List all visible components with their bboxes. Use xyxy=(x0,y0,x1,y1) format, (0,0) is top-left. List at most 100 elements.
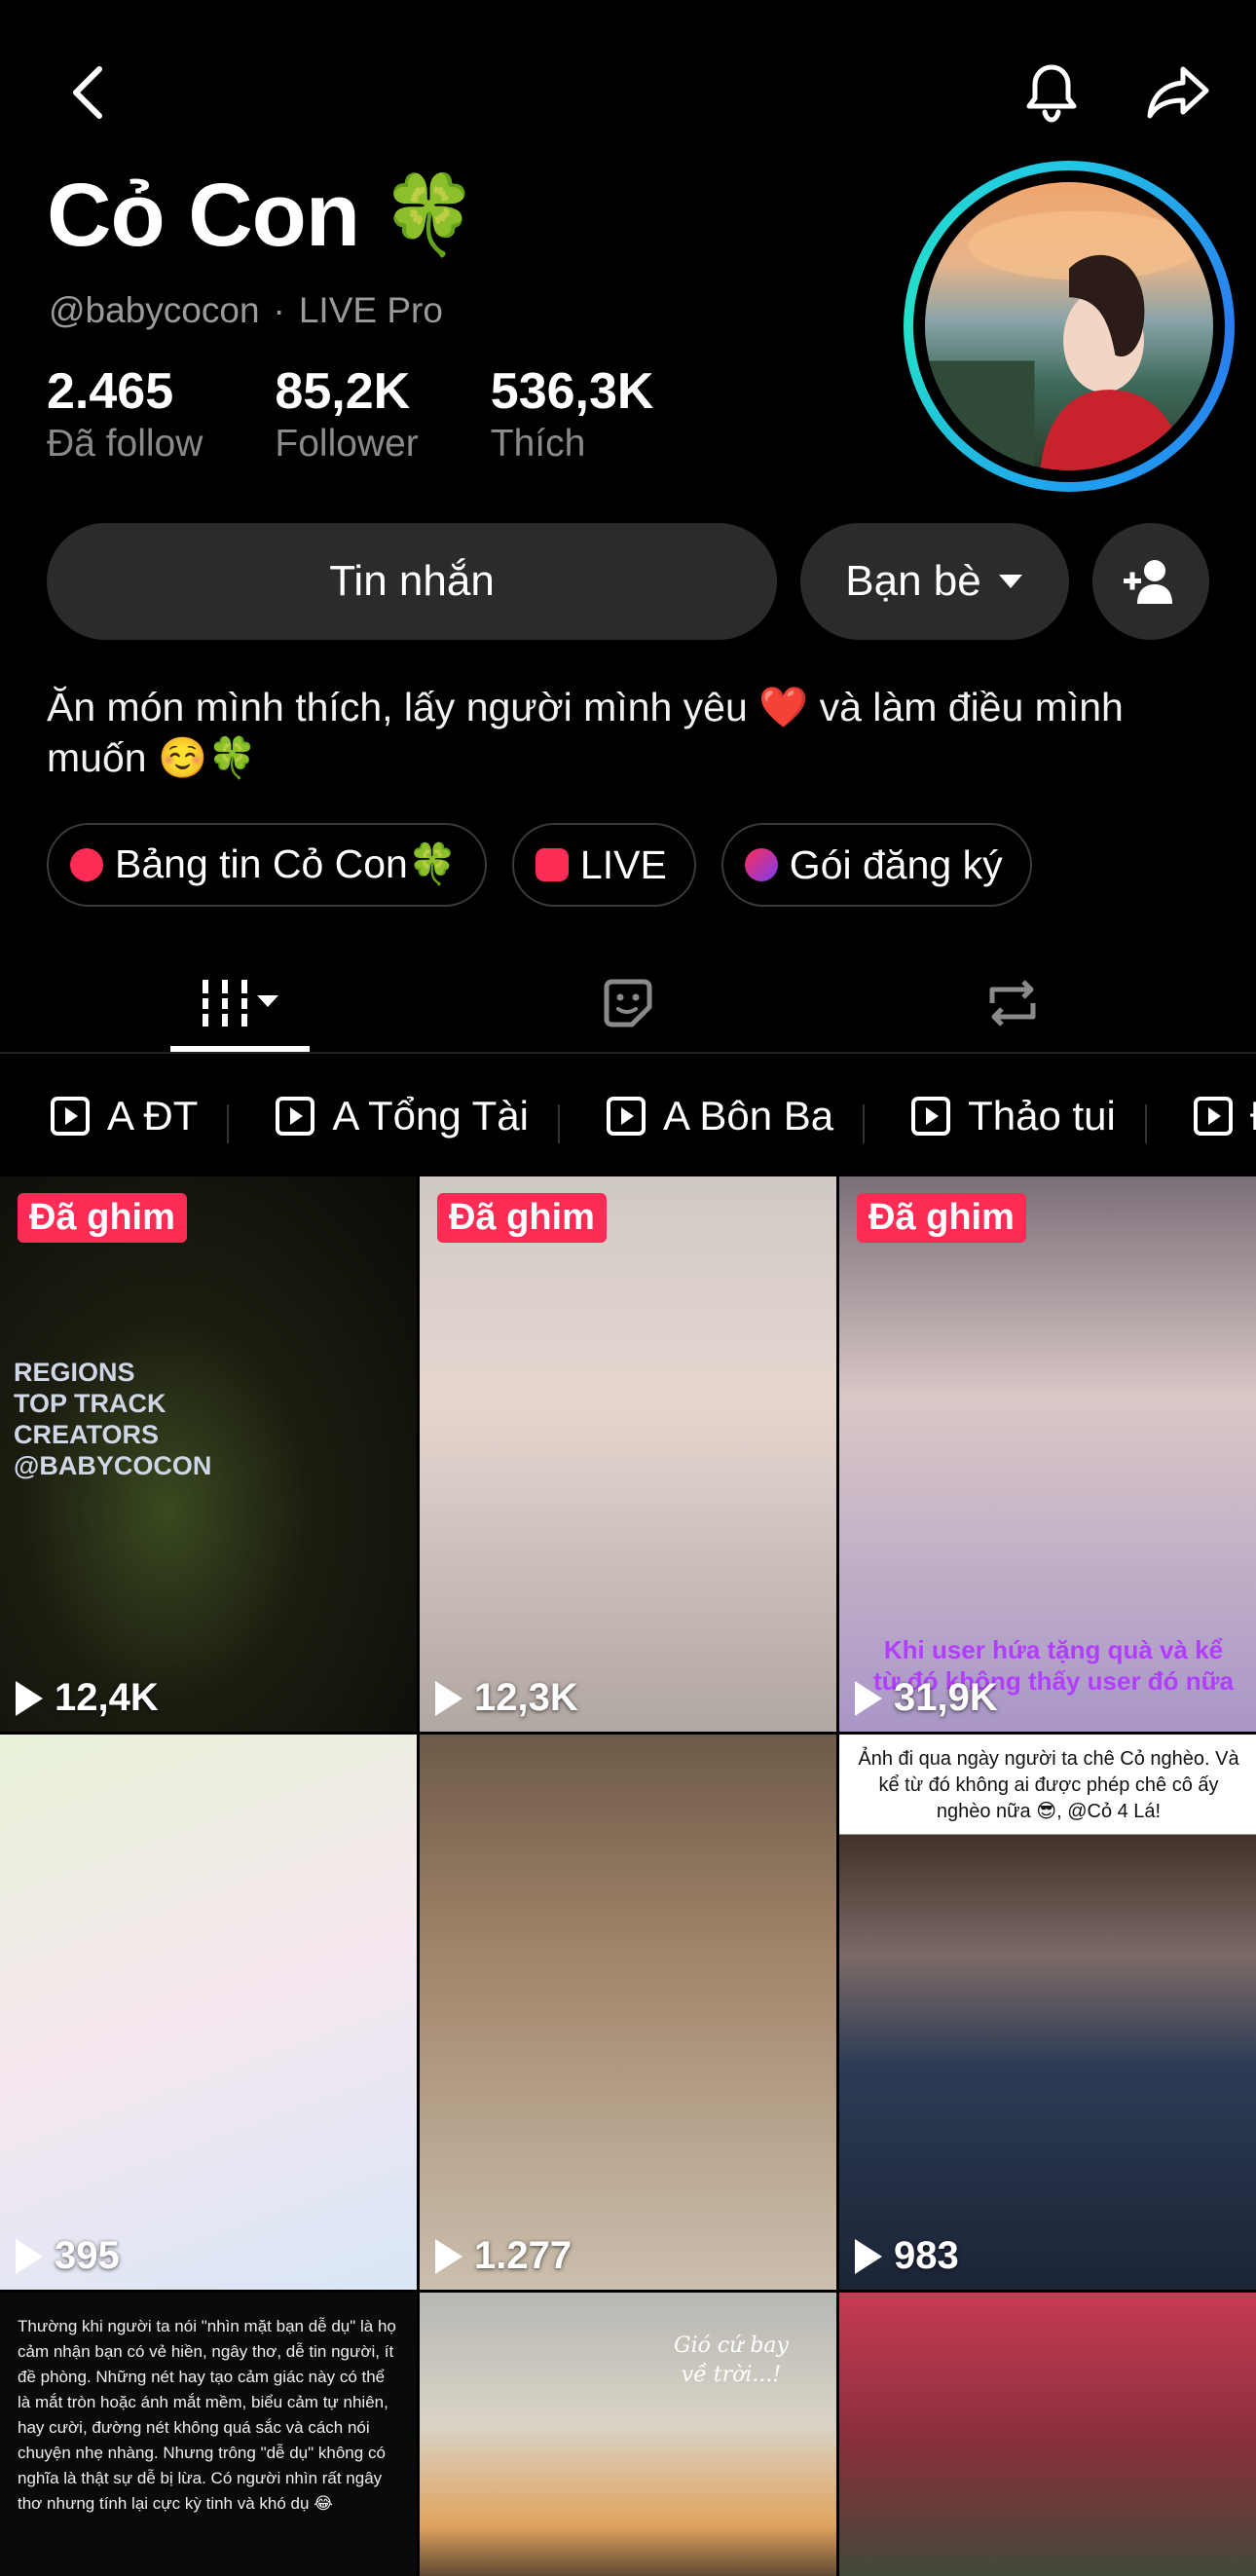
chevron-left-icon xyxy=(73,66,102,119)
handle-separator: · xyxy=(273,290,285,330)
avatar xyxy=(925,182,1213,470)
chip-subscription[interactable]: Gói đăng ký xyxy=(720,823,1032,907)
friends-dropdown[interactable]: Bạn bè xyxy=(800,523,1069,640)
playlist-item[interactable]: Đ xyxy=(1144,1093,1256,1143)
video-grid: REGIONS TOP TRACK CREATORS @babycocon Đã… xyxy=(0,1176,1256,2576)
playlist-label: Thảo tui xyxy=(968,1093,1116,1139)
notification-button[interactable] xyxy=(1013,54,1090,131)
add-user-icon xyxy=(1124,560,1172,604)
thumbnail-caption: REGIONS TOP TRACK CREATORS @babycocon xyxy=(14,1358,212,1480)
stat-value: 85,2K xyxy=(275,363,411,420)
chip-feed[interactable]: Bảng tin Cỏ Con🍀 xyxy=(47,823,487,907)
profile-handle: @babycocon xyxy=(49,290,260,330)
view-count-value: 31,9K xyxy=(894,1676,998,1719)
view-count: 983 xyxy=(855,2234,959,2278)
stat-following[interactable]: 2.465 Đã follow xyxy=(47,365,203,466)
sticker-icon xyxy=(604,979,652,1027)
live-pro-badge[interactable]: LIVE Pro xyxy=(299,290,443,331)
stat-label: Follower xyxy=(275,422,419,465)
pinned-badge: Đã ghim xyxy=(18,1193,187,1243)
avatar-story-ring[interactable] xyxy=(904,161,1235,492)
tab-reposts[interactable] xyxy=(969,954,1056,1052)
stat-followers[interactable]: 85,2K Follower xyxy=(275,365,418,466)
profile-name: Cỏ Con xyxy=(47,166,360,265)
view-count: 12,3K xyxy=(435,1676,578,1720)
playlist-bar: A ĐT A Tổng Tài A Bôn Ba Thảo tui Đ xyxy=(0,1081,1256,1151)
playlist-icon xyxy=(606,1097,646,1136)
video-thumbnail[interactable] xyxy=(839,2293,1256,2576)
chip-live[interactable]: LIVE xyxy=(511,823,696,907)
playlist-icon xyxy=(51,1097,90,1136)
friends-label: Bạn bè xyxy=(845,557,981,605)
view-count: 1.277 xyxy=(435,2234,572,2278)
stat-likes[interactable]: 536,3K Thích xyxy=(491,365,654,466)
thumbnail-caption: Gió cứ bay về trời...! xyxy=(674,2333,789,2387)
pinned-badge: Đã ghim xyxy=(437,1193,607,1243)
bell-icon xyxy=(1026,64,1077,123)
share-button[interactable] xyxy=(1134,54,1222,131)
playlist-item[interactable]: A Tổng Tài xyxy=(227,1093,558,1143)
video-thumbnail[interactable]: Khi user hứa tặng quà và kể từ đó không … xyxy=(839,1176,1256,1732)
message-button[interactable]: Tin nhắn xyxy=(47,523,777,640)
video-thumbnail[interactable]: Ảnh đi qua ngày người ta chê Cỏ nghèo. V… xyxy=(839,1735,1256,2290)
view-count-value: 12,4K xyxy=(55,1676,159,1719)
play-icon xyxy=(855,1680,882,1716)
pinned-badge: Đã ghim xyxy=(857,1193,1026,1243)
chip-label: Gói đăng ký xyxy=(789,841,1003,887)
video-thumbnail[interactable]: 395 xyxy=(0,1735,417,2290)
videos-grid-icon xyxy=(196,980,278,1027)
profile-stats: 2.465 Đã follow 85,2K Follower 536,3K Th… xyxy=(47,365,725,466)
chip-label: Bảng tin Cỏ Con🍀 xyxy=(115,841,458,886)
playlist-item[interactable]: A ĐT xyxy=(0,1093,227,1139)
stat-label: Thích xyxy=(490,422,586,465)
playlist-icon xyxy=(911,1097,951,1136)
avatar-frame xyxy=(913,170,1225,482)
clover-icon: 🍀 xyxy=(381,171,478,258)
profile-links: Bảng tin Cỏ Con🍀 LIVE Gói đăng ký xyxy=(47,823,1032,907)
repost-icon xyxy=(989,980,1036,1027)
view-count-value: 1.277 xyxy=(474,2234,573,2277)
play-icon xyxy=(16,2238,43,2274)
view-count-value: 12,3K xyxy=(474,1676,578,1719)
view-count-value: 395 xyxy=(55,2234,120,2277)
caret-down-icon xyxy=(998,575,1022,588)
thumbnail-caption: Ảnh đi qua ngày người ta chê Cỏ nghèo. V… xyxy=(858,1748,1239,1822)
stat-value: 2.465 xyxy=(47,363,174,420)
playlist-label: Đ xyxy=(1250,1093,1256,1139)
feed-icon xyxy=(70,848,103,881)
playlist-icon xyxy=(276,1097,315,1136)
play-icon xyxy=(16,1680,43,1716)
tab-videos[interactable] xyxy=(170,954,310,1052)
stat-label: Đã follow xyxy=(47,422,203,465)
thumbnail-caption: Thường khi người ta nói "nhìn mặt bạn dễ… xyxy=(18,2317,396,2513)
avatar-photo xyxy=(925,210,1200,470)
playlist-item[interactable]: A Bôn Ba xyxy=(557,1093,863,1143)
profile-name-row: Cỏ Con 🍀 xyxy=(47,170,478,260)
play-icon xyxy=(435,2238,462,2274)
playlist-label: A Tổng Tài xyxy=(332,1093,529,1139)
handle-row: @babycocon · LIVE Pro xyxy=(49,290,443,331)
profile-bio: Ăn món mình thích, lấy người mình yêu ❤️… xyxy=(47,685,1124,780)
video-thumbnail[interactable]: REGIONS TOP TRACK CREATORS @babycocon Đã… xyxy=(0,1176,417,1732)
video-thumbnail[interactable]: 1.277 xyxy=(420,1735,836,2290)
profile-tabs xyxy=(0,954,1256,1054)
chip-label: LIVE xyxy=(579,841,667,887)
share-icon xyxy=(1147,66,1209,119)
back-button[interactable] xyxy=(49,54,127,131)
video-thumbnail[interactable]: Gió cứ bay về trời...! xyxy=(420,2293,836,2576)
playlist-icon xyxy=(1193,1097,1233,1136)
playlist-label: A Bôn Ba xyxy=(662,1093,834,1139)
tab-favorites[interactable] xyxy=(584,954,672,1052)
playlist-label: A ĐT xyxy=(107,1093,199,1139)
playlist-item[interactable]: Thảo tui xyxy=(863,1093,1145,1143)
video-thumbnail[interactable]: Thường khi người ta nói "nhìn mặt bạn dễ… xyxy=(0,2293,417,2576)
play-icon xyxy=(435,1680,462,1716)
view-count: 12,4K xyxy=(16,1676,159,1720)
play-icon xyxy=(855,2238,882,2274)
view-count: 395 xyxy=(16,2234,120,2278)
video-thumbnail[interactable]: Đã ghim 12,3K xyxy=(420,1176,836,1732)
view-count: 31,9K xyxy=(855,1676,998,1720)
suggested-accounts-button[interactable] xyxy=(1092,523,1209,640)
active-tab-indicator xyxy=(170,1046,310,1052)
stat-value: 536,3K xyxy=(490,363,654,420)
